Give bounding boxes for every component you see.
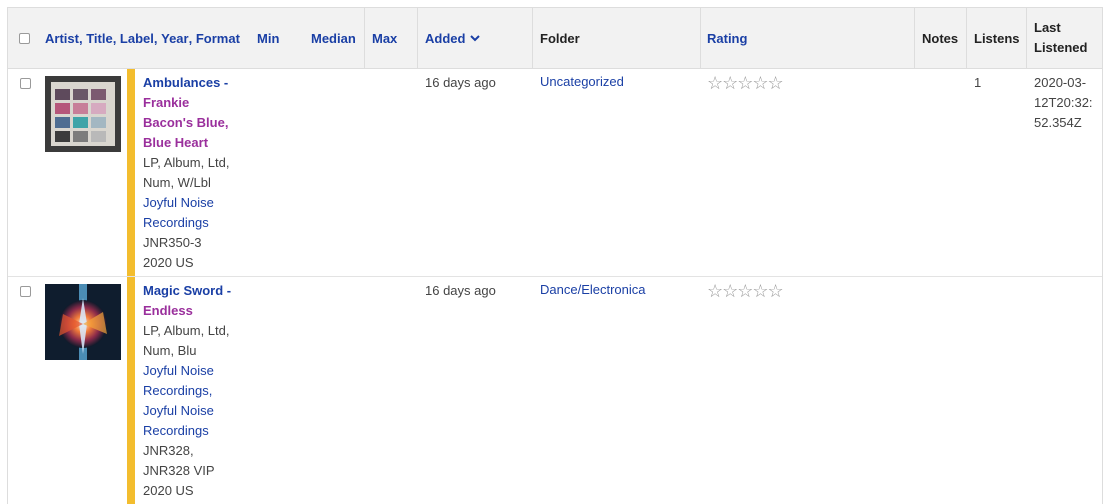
folder-header: Folder [540,30,580,46]
last-listened-line1: 2020-03- [1034,75,1087,90]
table-row: Magic Sword - Endless LP, Album, Ltd, Nu… [8,277,1102,504]
format-line1: LP, Album, Ltd, [143,155,230,170]
collection-table: Artist, Title, Label, Year, Format Min M… [7,7,1103,504]
sort-rating-cell: Rating [707,8,747,68]
select-all-checkbox[interactable] [19,32,30,44]
table-row: Ambulances - Frankie Bacon's Blue, Blue … [8,69,1102,277]
listens-count: 1 [974,75,982,90]
sort-rating[interactable]: Rating [707,31,747,46]
last-listened-header-line2: Listened [1034,40,1088,55]
last-listened-header-cell: Last Listened [1034,8,1087,68]
table-header: Artist, Title, Label, Year, Format Min M… [8,8,1102,69]
catalog-number-line1: JNR328, [143,443,194,458]
artist-link[interactable]: Ambulances [143,75,220,90]
title-link-line1[interactable]: Endless [143,301,253,321]
chevron-down-icon[interactable] [469,32,481,44]
last-listened-line2: 12T20:32: [1034,95,1093,110]
sort-format[interactable]: Format [196,31,240,46]
sort-added[interactable]: Added [425,31,465,46]
title-link-line2[interactable]: Bacon's Blue, [143,113,253,133]
last-listened-header-line1: Last [1034,20,1061,35]
folder-link[interactable]: Uncategorized [540,74,624,89]
catalog-number-line2: JNR328 VIP [143,463,215,478]
sort-artist-title-label-year-format: Artist, Title, Label, Year, Format [45,30,240,46]
added-date: 16 days ago [425,75,496,90]
listens-header-cell: Listens [974,8,1020,68]
artist-link[interactable]: Magic Sword [143,283,223,298]
sort-median[interactable]: Median [311,31,356,46]
label-link-line3[interactable]: Joyful Noise [143,401,253,421]
star-rating[interactable]: ☆☆☆☆☆ [707,73,784,94]
sort-max[interactable]: Max [372,31,397,46]
format-line2: Num, W/Lbl [143,175,211,190]
row-select-checkbox[interactable] [20,78,31,89]
status-color-bar [127,69,135,276]
release-info: Magic Sword - Endless LP, Album, Ltd, Nu… [143,281,253,501]
folder-header-cell: Folder [540,8,580,68]
label-link-line2[interactable]: Recordings, [143,381,253,401]
title-link-line3[interactable]: Blue Heart [143,133,253,153]
notes-header-cell: Notes [922,8,958,68]
title-link-line1[interactable]: Frankie [143,93,253,113]
sort-year[interactable]: Year [161,31,188,46]
album-cover[interactable] [45,284,121,360]
last-listened-line3: 52.354Z [1034,115,1082,130]
folder-link[interactable]: Dance/Electronica [540,282,646,297]
label-link-line1[interactable]: Joyful Noise [143,361,253,381]
status-color-bar [127,277,135,504]
listens-header: Listens [974,30,1020,46]
format-line1: LP, Album, Ltd, [143,323,230,338]
star-rating[interactable]: ☆☆☆☆☆ [707,281,784,302]
format-line2: Num, Blu [143,343,197,358]
year-country: 2020 US [143,255,194,270]
sort-title[interactable]: Title [86,31,113,46]
added-date: 16 days ago [425,283,496,298]
label-link-line2[interactable]: Recordings [143,213,253,233]
sort-label[interactable]: Label [120,31,154,46]
sort-added-cell: Added [425,8,481,68]
sort-min-cell: Min [257,8,279,68]
release-info: Ambulances - Frankie Bacon's Blue, Blue … [143,73,253,273]
sort-median-cell: Median [311,8,356,68]
album-cover-art [45,76,121,152]
year-country: 2020 US [143,483,194,498]
album-cover-art [45,284,121,360]
select-all-cell [19,8,30,68]
notes-header: Notes [922,30,959,46]
catalog-number: JNR350-3 [143,235,202,250]
label-link-line1[interactable]: Joyful Noise [143,193,253,213]
sort-max-cell: Max [372,8,397,68]
album-cover[interactable] [45,76,121,152]
sort-min[interactable]: Min [257,31,279,46]
label-link-line4[interactable]: Recordings [143,421,253,441]
sort-artist[interactable]: Artist [45,31,79,46]
row-select-checkbox[interactable] [20,286,31,297]
